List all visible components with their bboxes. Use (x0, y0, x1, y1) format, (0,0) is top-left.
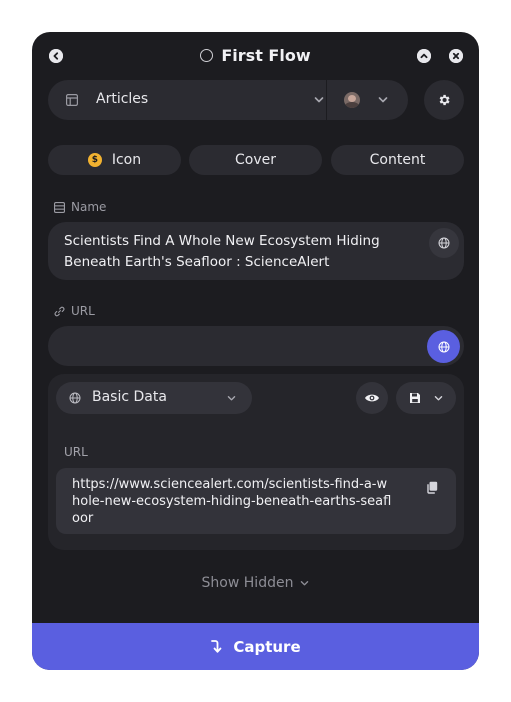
flow-title: First Flow (221, 46, 311, 65)
url-field[interactable] (48, 326, 464, 366)
capture-label: Capture (233, 637, 301, 656)
name-globe-button[interactable] (429, 228, 459, 258)
show-hidden-label: Show Hidden (201, 575, 294, 591)
collapse-button[interactable] (417, 49, 431, 63)
url-field-label: URL (54, 304, 95, 318)
chevron-down-icon (227, 396, 236, 401)
curved-arrow-down-icon (211, 639, 222, 653)
chevron-up-icon (417, 49, 431, 63)
tab-icon-label: Icon (111, 152, 142, 168)
eye-icon (365, 394, 379, 402)
save-menu-button[interactable] (396, 382, 456, 414)
captured-url-box: https://www.sciencealert.com/scientists-… (56, 468, 456, 534)
chevron-down-icon (314, 97, 324, 103)
close-icon (449, 49, 463, 63)
basic-data-card: Basic Data URL https://www.sciencealert.… (48, 374, 464, 550)
preview-button[interactable] (356, 382, 388, 414)
settings-button[interactable] (424, 80, 464, 120)
database-selector[interactable]: Articles (48, 80, 408, 120)
globe-icon (69, 392, 81, 404)
dollar-badge-icon: $ (87, 153, 102, 167)
tab-content[interactable]: Content (331, 145, 464, 175)
capture-button[interactable]: Capture (32, 623, 479, 670)
copy-icon[interactable] (426, 481, 438, 494)
chevron-down-icon (434, 396, 443, 401)
window-title: First Flow (32, 46, 479, 65)
capture-panel: First Flow Articles $ Icon Cover Content… (32, 32, 479, 670)
gear-icon (439, 94, 450, 106)
chevron-down-icon (301, 580, 309, 586)
database-icon (54, 201, 65, 213)
card-url-label: URL (64, 445, 88, 459)
floppy-disk-icon (410, 393, 420, 403)
database-label: Articles (96, 91, 149, 107)
chevron-down-icon (378, 97, 388, 103)
toolbar-divider (326, 80, 327, 120)
name-field-label: Name (54, 200, 106, 214)
data-source-selector[interactable]: Basic Data (56, 382, 252, 414)
globe-icon (438, 341, 449, 352)
name-field[interactable]: Scientists Find A Whole New Ecosystem Hi… (48, 222, 464, 280)
globe-icon (438, 237, 450, 249)
table-icon (66, 94, 78, 106)
status-ring-icon (200, 49, 214, 62)
tab-cover-label: Cover (235, 152, 276, 168)
data-source-label: Basic Data (92, 389, 167, 405)
show-hidden-toggle[interactable]: Show Hidden (32, 575, 479, 591)
workspace-avatar[interactable] (344, 92, 360, 108)
url-globe-button[interactable] (427, 330, 460, 363)
captured-url-value[interactable]: https://www.sciencealert.com/scientists-… (72, 476, 392, 527)
tab-cover[interactable]: Cover (189, 145, 322, 175)
tab-content-label: Content (369, 152, 426, 168)
link-icon (54, 306, 65, 316)
tab-icon[interactable]: $ Icon (48, 145, 181, 175)
name-field-value[interactable]: Scientists Find A Whole New Ecosystem Hi… (64, 231, 404, 273)
close-button[interactable] (449, 49, 463, 63)
